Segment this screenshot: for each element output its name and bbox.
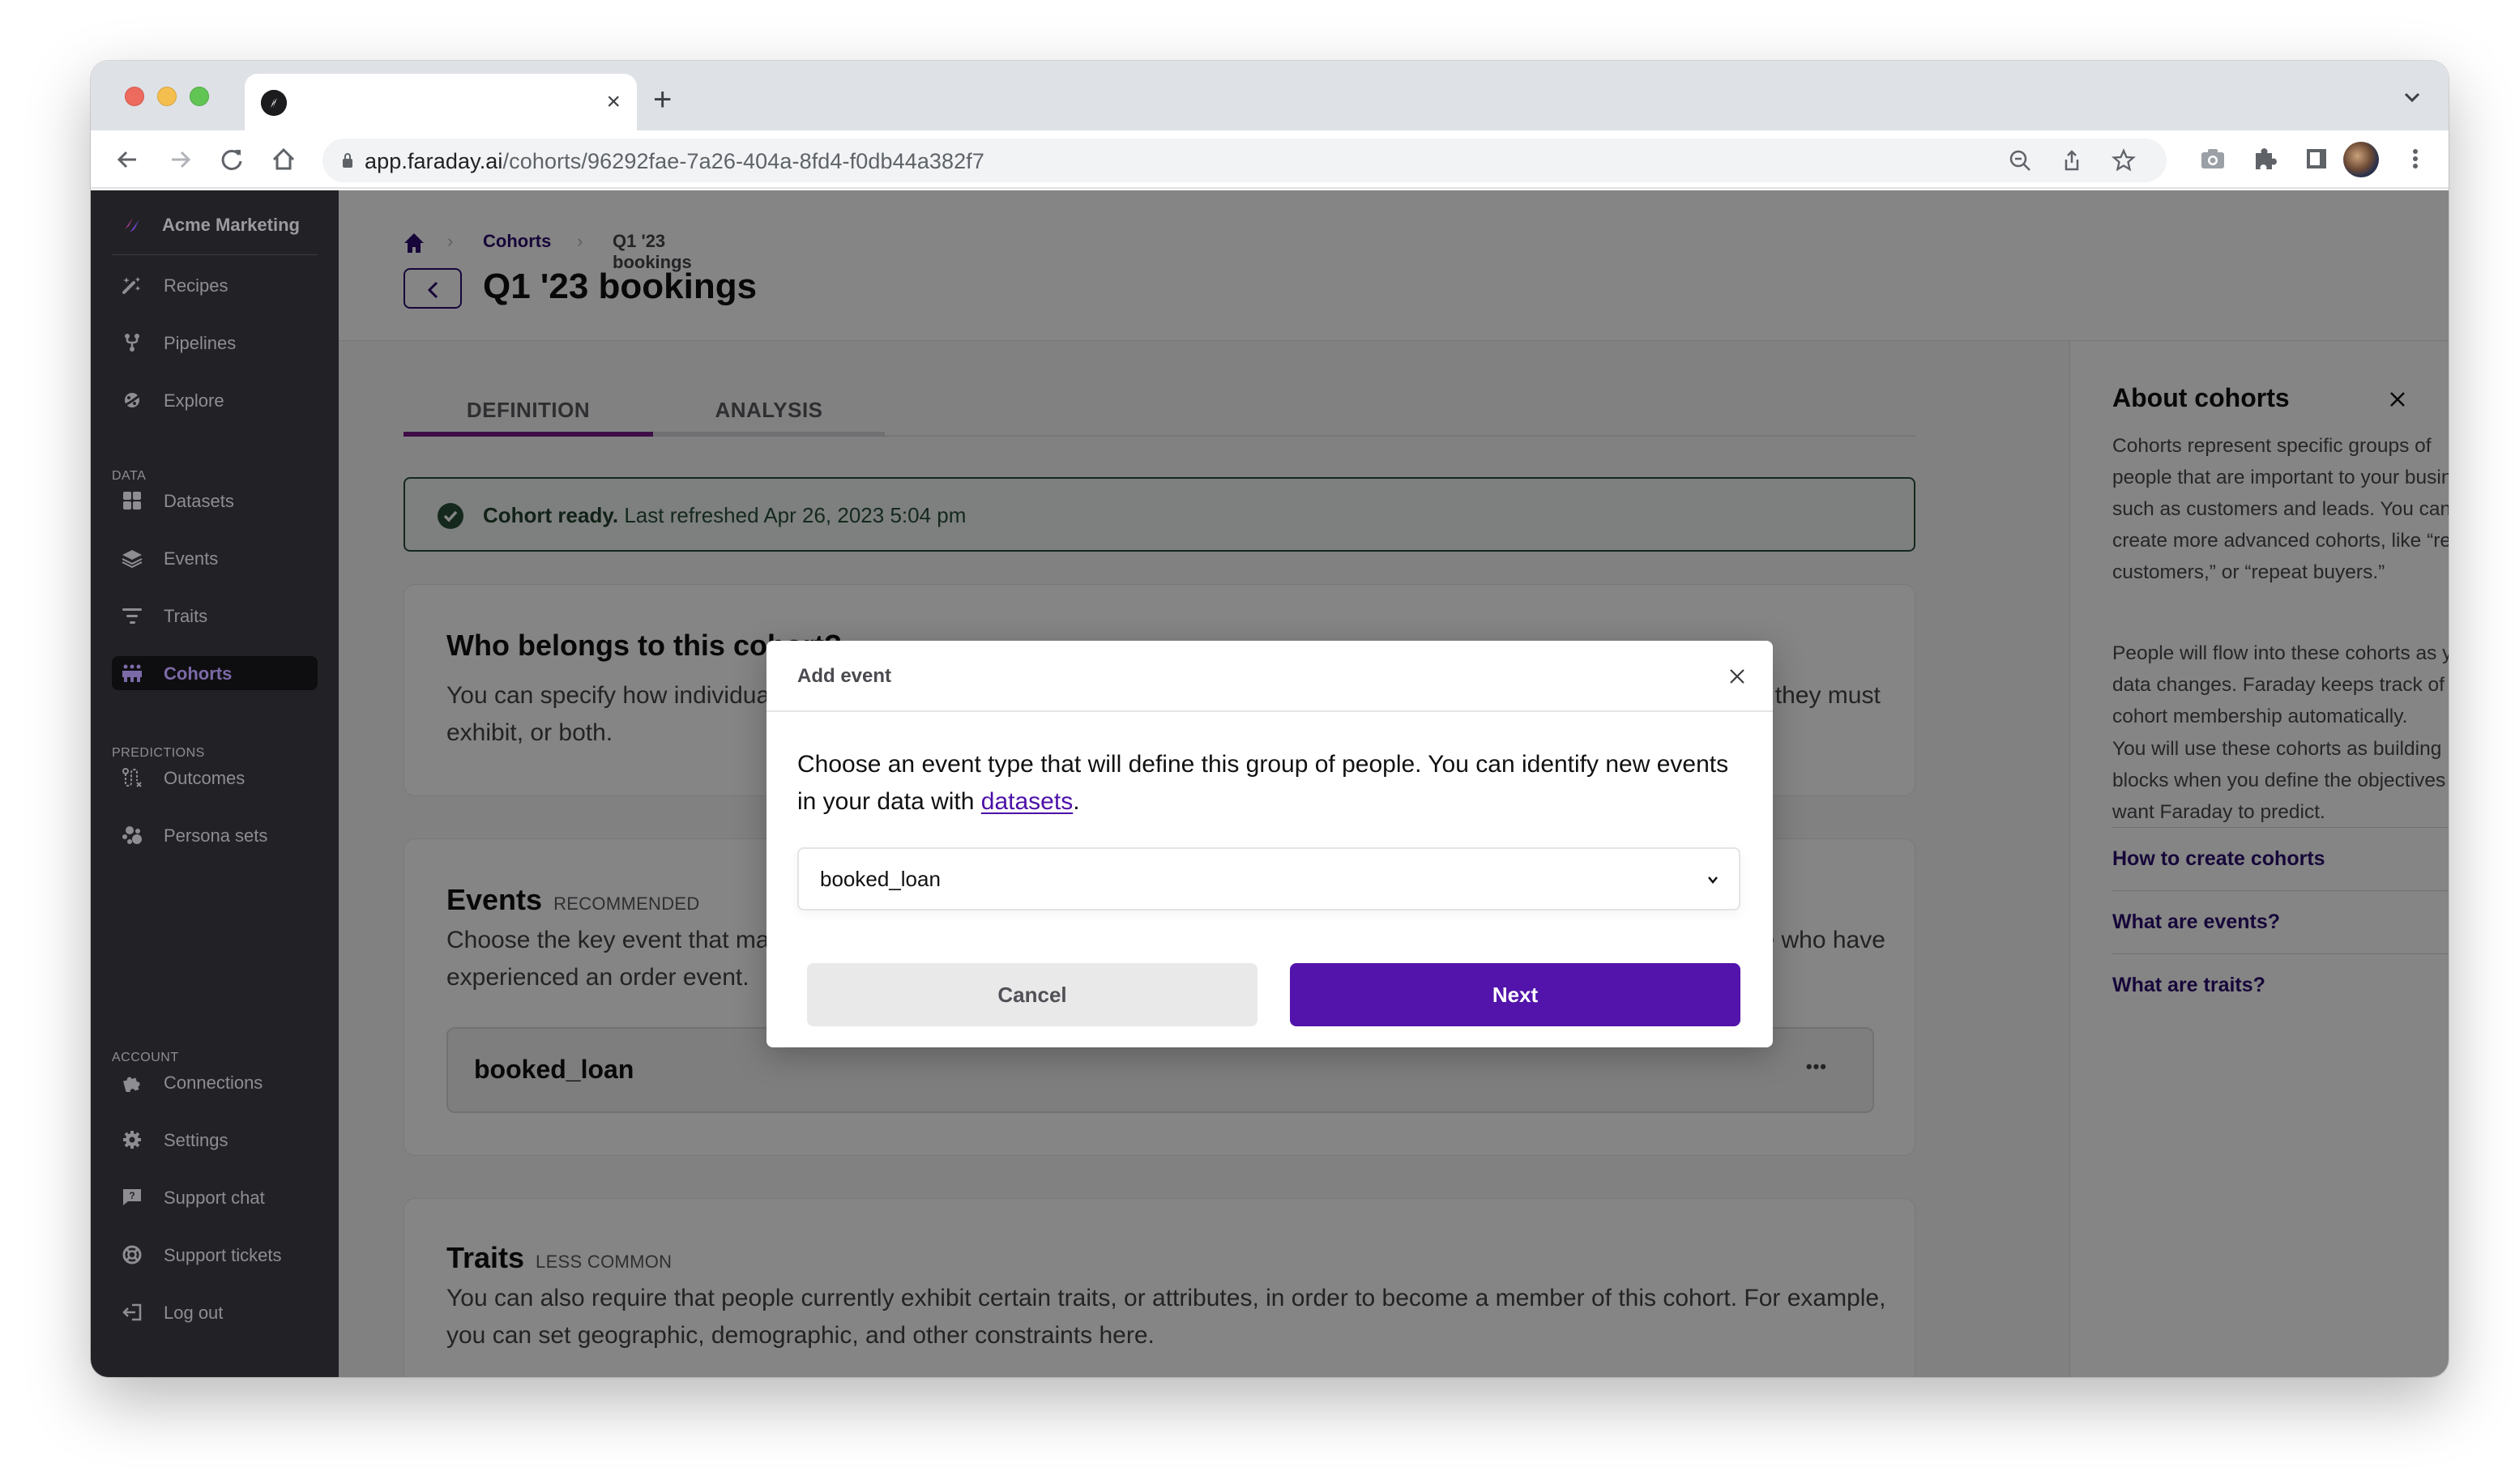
sidebar-item-label: Datasets [164, 491, 234, 511]
zoom-out-icon[interactable] [2008, 148, 2032, 173]
forward-arrow-icon[interactable] [164, 143, 196, 176]
maximize-window-button[interactable] [190, 87, 209, 106]
filter-icon [122, 608, 142, 624]
sidebar-item-log-out[interactable]: Log out [112, 1295, 318, 1329]
sidebar-item-connections[interactable]: Connections [112, 1065, 318, 1099]
share-icon[interactable] [2060, 148, 2084, 173]
datasets-link[interactable]: datasets [981, 788, 1073, 815]
gear-icon [123, 1131, 141, 1149]
home-icon[interactable] [267, 143, 300, 176]
sidebar-section-account: ACCOUNT [112, 1051, 179, 1064]
event-type-select[interactable]: booked_loan [797, 847, 1740, 910]
new-tab-button[interactable]: + [653, 83, 672, 116]
sidebar-item-label: Traits [164, 606, 208, 626]
kebab-menu-icon[interactable] [2402, 145, 2429, 173]
extensions-icon[interactable] [2251, 145, 2278, 173]
browser-window: × + app.faraday.ai/cohorts/96292fae-7a26… [91, 61, 2449, 1377]
sidebar-item-datasets[interactable]: Datasets [112, 484, 318, 518]
sidebar-item-label: Pipelines [164, 333, 237, 353]
planet-icon [122, 392, 143, 408]
sidebar: Acme Marketing Recipes Pipelines Explore… [91, 190, 339, 1377]
camera-icon[interactable] [2199, 145, 2227, 173]
cancel-button[interactable]: Cancel [807, 963, 1258, 1026]
sidebar-item-pipelines[interactable]: Pipelines [112, 326, 318, 360]
minimize-window-button[interactable] [157, 87, 177, 106]
route-icon [122, 768, 142, 787]
pipeline-icon [125, 334, 139, 352]
sidebar-item-traits[interactable]: Traits [112, 599, 318, 633]
modal-desc-end: . [1073, 788, 1080, 815]
magic-wand-icon [122, 277, 140, 294]
url-text: app.faraday.ai/cohorts/96292fae-7a26-404… [365, 148, 984, 174]
org-name: Acme Marketing [162, 215, 300, 235]
lock-icon [343, 153, 352, 168]
logout-icon [122, 1303, 142, 1321]
sidebar-item-settings[interactable]: Settings [112, 1123, 318, 1157]
modal-description: Choose an event type that will define th… [797, 746, 1745, 821]
sidebar-section-predictions: PREDICTIONS [112, 746, 205, 760]
url-host: app.faraday.ai [365, 149, 503, 173]
modal-header: Add event [766, 641, 1773, 712]
sidebar-item-label: Support chat [164, 1188, 265, 1208]
puzzle-icon [123, 1077, 140, 1092]
faraday-logo-icon [125, 218, 139, 232]
sidebar-item-label: Explore [164, 390, 224, 411]
sidebar-item-support-tickets[interactable]: Support tickets [112, 1238, 318, 1272]
url-path: /cohorts/96292fae-7a26-404a-8fd4-f0db44a… [502, 149, 984, 173]
browser-tab[interactable]: × [245, 74, 637, 130]
chevron-down-icon[interactable] [2400, 85, 2424, 109]
sidebar-item-label: Connections [164, 1072, 263, 1093]
sidebar-item-label: Settings [164, 1130, 228, 1150]
sidebar-item-outcomes[interactable]: Outcomes [112, 761, 318, 795]
browser-toolbar: app.faraday.ai/cohorts/96292fae-7a26-404… [91, 130, 2449, 189]
close-icon[interactable] [1727, 667, 1747, 686]
reload-icon[interactable] [216, 143, 248, 176]
org-switcher[interactable]: Acme Marketing [112, 208, 318, 255]
layers-icon [122, 550, 143, 568]
grid-icon [123, 492, 141, 510]
svg-text:?: ? [129, 1190, 135, 1201]
sidebar-item-cohorts[interactable]: Cohorts [112, 656, 318, 690]
profile-avatar[interactable] [2343, 142, 2379, 177]
people-icon [122, 664, 142, 682]
sidebar-item-label: Cohorts [164, 663, 233, 684]
side-panel-icon[interactable] [2303, 145, 2330, 173]
faraday-favicon-icon [261, 90, 287, 116]
sidebar-item-label: Persona sets [164, 825, 268, 846]
sidebar-item-label: Events [164, 548, 219, 569]
sidebar-section-data: DATA [112, 469, 147, 483]
sidebar-item-events[interactable]: Events [112, 541, 318, 575]
tab-strip: × + [91, 61, 2449, 130]
star-icon[interactable] [2111, 148, 2136, 173]
sidebar-item-support-chat[interactable]: ? Support chat [112, 1180, 318, 1214]
sidebar-item-persona-sets[interactable]: Persona sets [112, 818, 318, 852]
modal-desc-text: Choose an event type that will define th… [797, 751, 1729, 815]
back-arrow-icon[interactable] [112, 143, 144, 176]
sidebar-item-explore[interactable]: Explore [112, 383, 318, 417]
chevron-down-icon [1708, 876, 1718, 884]
lifebuoy-icon [122, 1245, 142, 1264]
close-window-button[interactable] [125, 87, 144, 106]
address-bar[interactable]: app.faraday.ai/cohorts/96292fae-7a26-404… [322, 139, 2167, 182]
app-content: Acme Marketing Recipes Pipelines Explore… [91, 190, 2449, 1377]
sidebar-item-recipes[interactable]: Recipes [112, 268, 318, 302]
sidebar-item-label: Log out [164, 1303, 224, 1323]
sidebar-item-label: Outcomes [164, 768, 246, 788]
event-type-value: booked_loan [820, 867, 941, 891]
sidebar-item-label: Support tickets [164, 1245, 282, 1265]
modal-title: Add event [797, 665, 892, 687]
add-event-modal: Add event Choose an event type that will… [766, 641, 1773, 1047]
dots-cluster-icon [122, 826, 142, 844]
next-button[interactable]: Next [1290, 963, 1740, 1026]
question-bubble-icon: ? [123, 1189, 141, 1205]
sidebar-item-label: Recipes [164, 275, 228, 296]
tab-close-icon[interactable]: × [606, 88, 621, 116]
